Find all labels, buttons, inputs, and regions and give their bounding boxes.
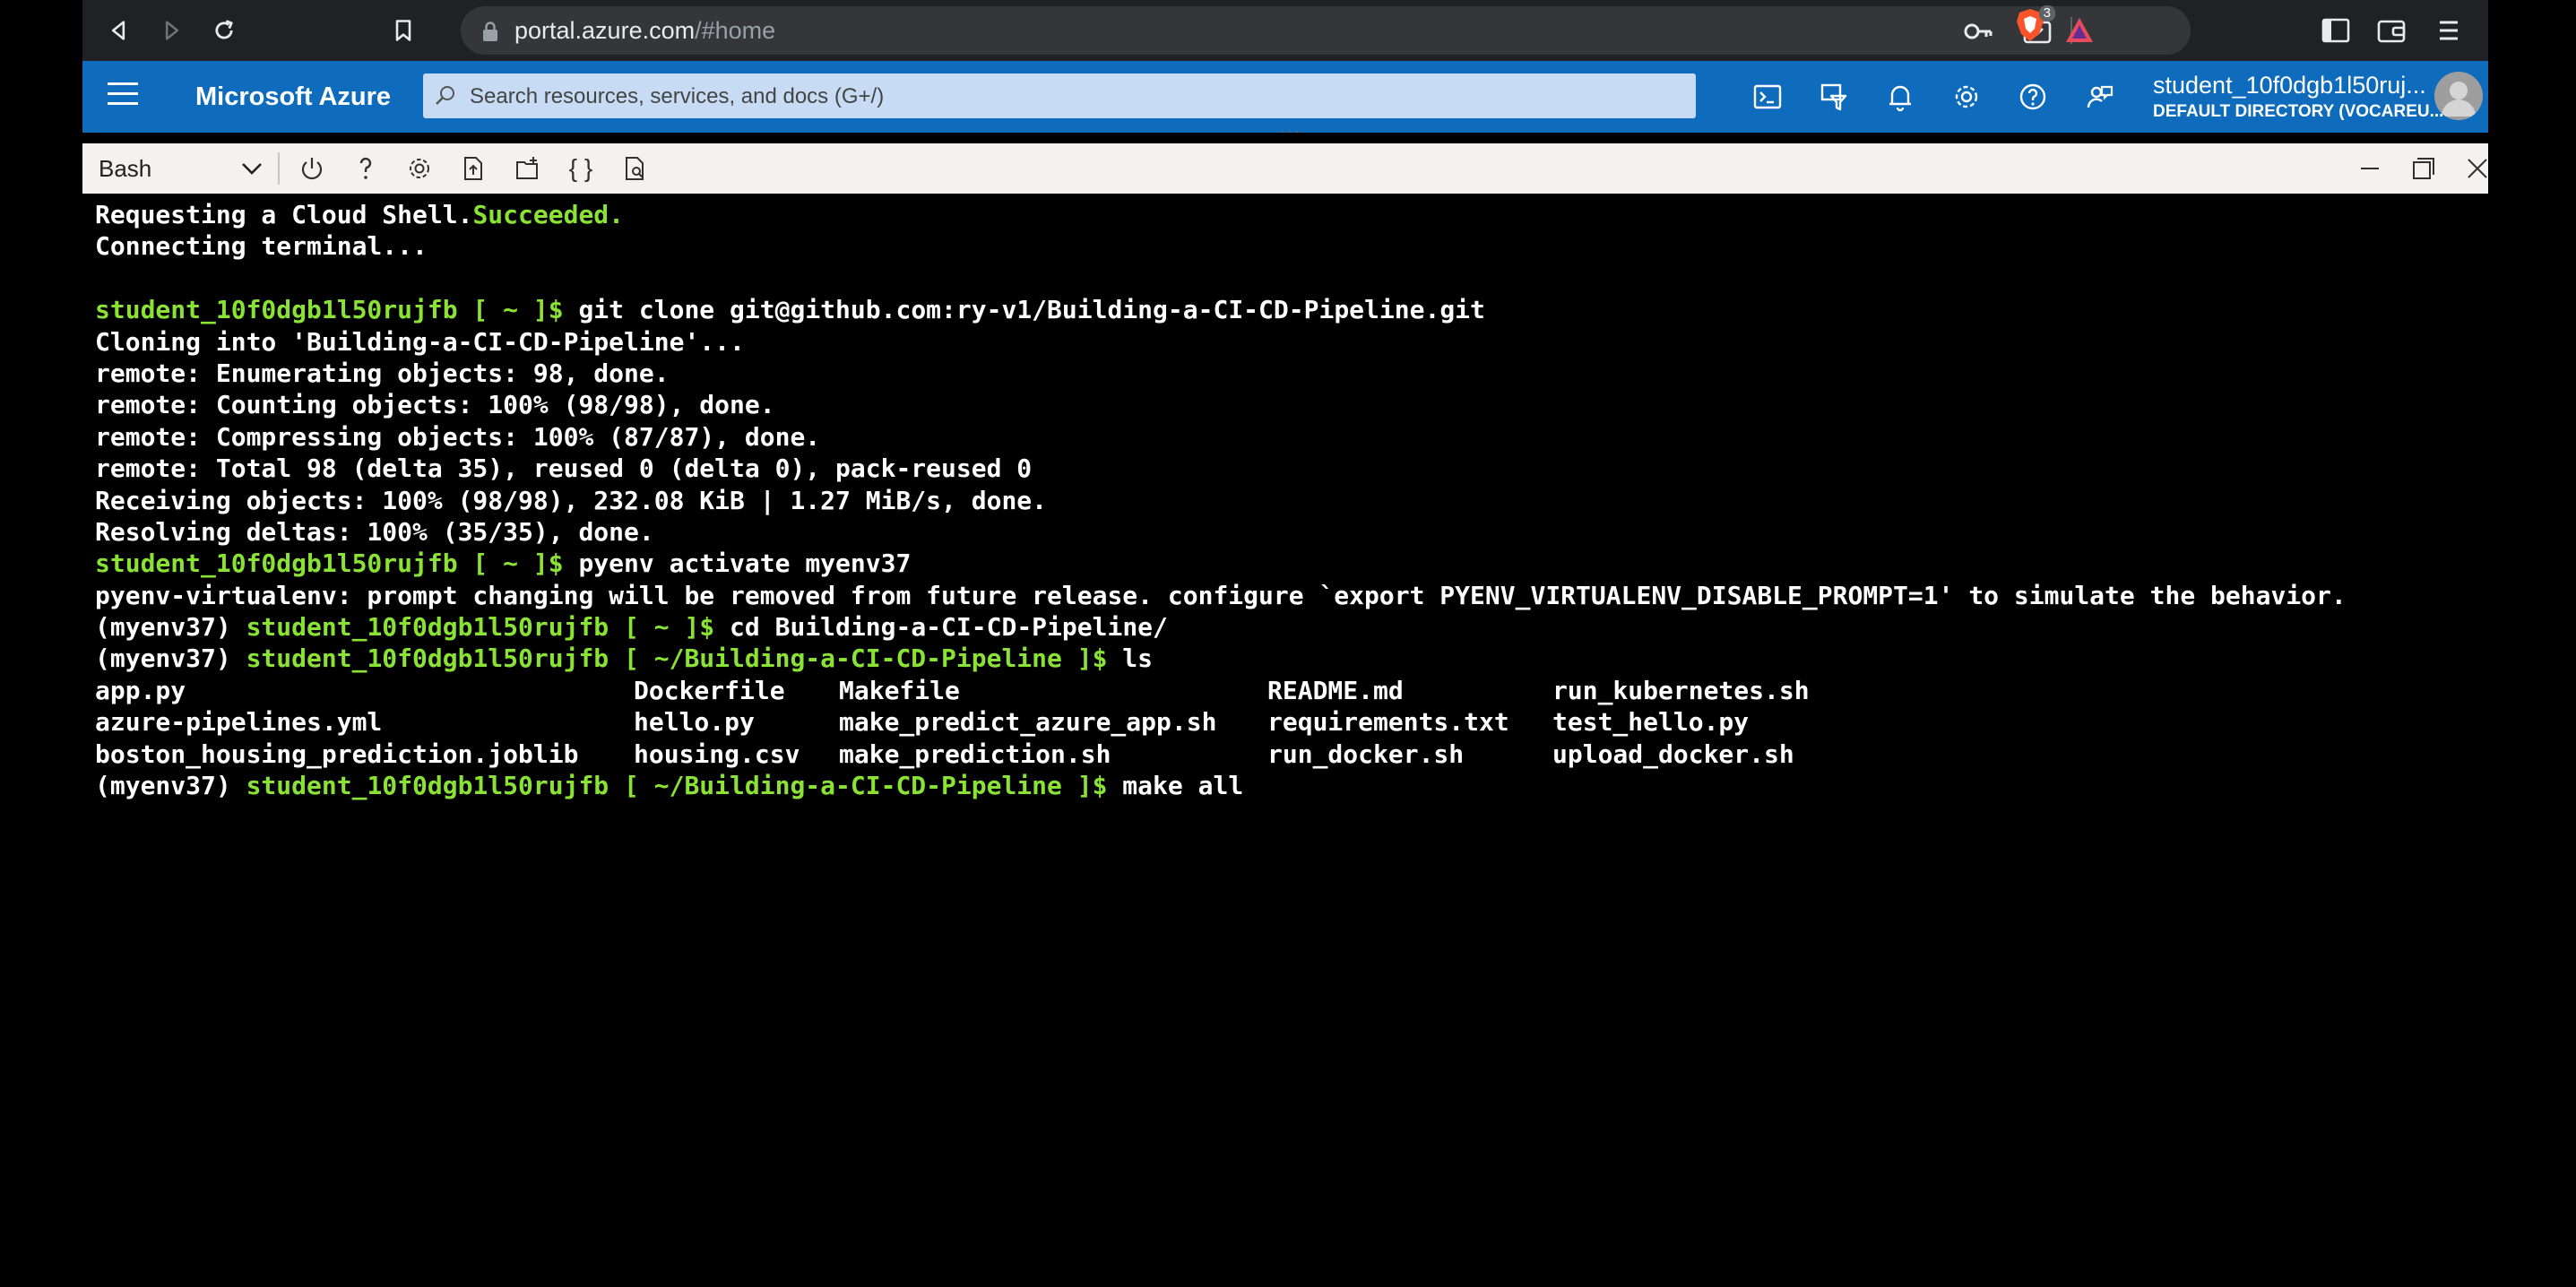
- prompt: student_10f0dgb1l50rujfb [ ~/Building-a-…: [246, 771, 1108, 801]
- search-icon: [436, 86, 454, 105]
- search-input[interactable]: [468, 73, 1681, 120]
- prompt: student_10f0dgb1l50rujfb [ ~ ]$: [95, 295, 564, 325]
- terminal-line: Cloning into 'Building-a-CI-CD-Pipeline'…: [95, 326, 745, 357]
- sidebar-toggle-icon[interactable]: [2320, 14, 2352, 47]
- editor-braces-icon[interactable]: { }: [565, 152, 597, 185]
- terminal-line: remote: Compressing objects: 100% (87/87…: [95, 421, 821, 452]
- terminal-output[interactable]: Requesting a Cloud Shell.Succeeded. Conn…: [82, 194, 2488, 1287]
- brave-rewards-icon[interactable]: [2063, 14, 2096, 47]
- terminal-line: pyenv-virtualenv: prompt changing will b…: [95, 580, 2347, 610]
- portal-menu-icon[interactable]: [108, 82, 138, 111]
- minimize-icon[interactable]: [2356, 154, 2384, 183]
- settings-gear-icon[interactable]: [403, 152, 436, 185]
- toolbar-divider: [278, 152, 280, 185]
- terminal-line: remote: Total 98 (delta 35), reused 0 (d…: [95, 453, 1033, 484]
- close-icon[interactable]: [2463, 154, 2492, 183]
- help-question-icon[interactable]: [350, 152, 382, 185]
- terminal-line: student_10f0dgb1l50rujfb [ ~ ]$ pyenv ac…: [95, 548, 912, 579]
- web-preview-icon[interactable]: [618, 152, 651, 185]
- menu-icon[interactable]: [2433, 14, 2465, 47]
- bookmark-icon[interactable]: [385, 13, 421, 48]
- terminal-line: remote: Counting objects: 100% (98/98), …: [95, 390, 775, 420]
- url-text: portal.azure.com/#home: [514, 6, 775, 55]
- key-icon[interactable]: [1963, 17, 1993, 46]
- lock-icon: [483, 22, 497, 41]
- terminal-line: (myenv37) student_10f0dgb1l50rujfb [ ~/B…: [95, 644, 1154, 674]
- avatar[interactable]: [2434, 72, 2483, 120]
- forward-icon[interactable]: [154, 13, 190, 48]
- url-host: portal.azure.com: [514, 17, 696, 44]
- terminal-line: remote: Enumerating objects: 98, done.: [95, 358, 670, 388]
- prompt: student_10f0dgb1l50rujfb [ ~ ]$: [95, 548, 564, 579]
- global-search[interactable]: [423, 73, 1696, 120]
- reload-icon[interactable]: [206, 13, 242, 48]
- feedback-icon[interactable]: [2081, 79, 2117, 115]
- terminal-line: Resolving deltas: 100% (35/35), done.: [95, 516, 654, 547]
- open-new-session-icon[interactable]: [511, 152, 543, 185]
- settings-icon[interactable]: [1949, 79, 1984, 115]
- ls-row: azure-pipelines.yml hello.py make_predict_…: [95, 707, 1750, 738]
- restart-icon[interactable]: [296, 152, 328, 185]
- back-icon[interactable]: [100, 13, 136, 48]
- terminal-line: Connecting terminal...: [95, 231, 428, 262]
- user-directory: DEFAULT DIRECTORY (VOCAREU...: [2153, 102, 2444, 121]
- prompt: student_10f0dgb1l50rujfb [ ~/Building-a-…: [246, 644, 1108, 674]
- terminal-line: student_10f0dgb1l50rujfb [ ~ ]$ git clon…: [95, 295, 1485, 325]
- notifications-icon[interactable]: [1882, 79, 1918, 115]
- maximize-icon[interactable]: [2409, 154, 2438, 183]
- terminal-line: (myenv37) student_10f0dgb1l50rujfb [ ~ ]…: [95, 612, 1168, 643]
- ls-row: boston_housing_prediction.joblib housing.…: [95, 739, 1794, 769]
- account-menu[interactable]: student_10f0dgb1l50ruj... DEFAULT DIRECT…: [2153, 68, 2443, 125]
- user-name: student_10f0dgb1l50ruj...: [2153, 72, 2426, 99]
- terminal-line: Receiving objects: 100% (98/98), 232.08 …: [95, 485, 1048, 515]
- browser-toolbar: portal.azure.com/#home 3: [82, 0, 2488, 61]
- terminal-line: (myenv37) student_10f0dgb1l50rujfb [ ~/B…: [95, 771, 1244, 801]
- chevron-down-icon: [242, 163, 262, 175]
- brave-shields-icon[interactable]: 3: [2012, 5, 2055, 45]
- panel-resize-grip[interactable]: ···: [1280, 123, 1316, 139]
- terminal-line: Requesting a Cloud Shell.Succeeded.: [95, 200, 625, 229]
- ls-row: app.py Dockerfile Makefile README.md run_kub…: [95, 675, 1810, 705]
- address-bar[interactable]: portal.azure.com/#home: [461, 6, 2191, 55]
- help-icon[interactable]: [2015, 79, 2051, 115]
- shields-count: 3: [2038, 5, 2055, 22]
- cloud-shell-toolbar: Bash { }: [82, 143, 2488, 194]
- prompt: student_10f0dgb1l50rujfb [ ~ ]$: [246, 612, 715, 643]
- wallet-icon[interactable]: [2375, 14, 2407, 47]
- shell-type-select[interactable]: Bash: [91, 149, 271, 188]
- upload-download-icon[interactable]: [457, 152, 489, 185]
- directory-filter-icon[interactable]: [1816, 79, 1852, 115]
- brand-title[interactable]: Microsoft Azure: [195, 61, 391, 133]
- cloud-shell-icon[interactable]: [1750, 79, 1785, 115]
- shell-type-label: Bash: [99, 155, 152, 182]
- url-path: /#home: [695, 17, 776, 44]
- screen-frame: portal.azure.com/#home 3 Microsoft Azure…: [82, 0, 2488, 1287]
